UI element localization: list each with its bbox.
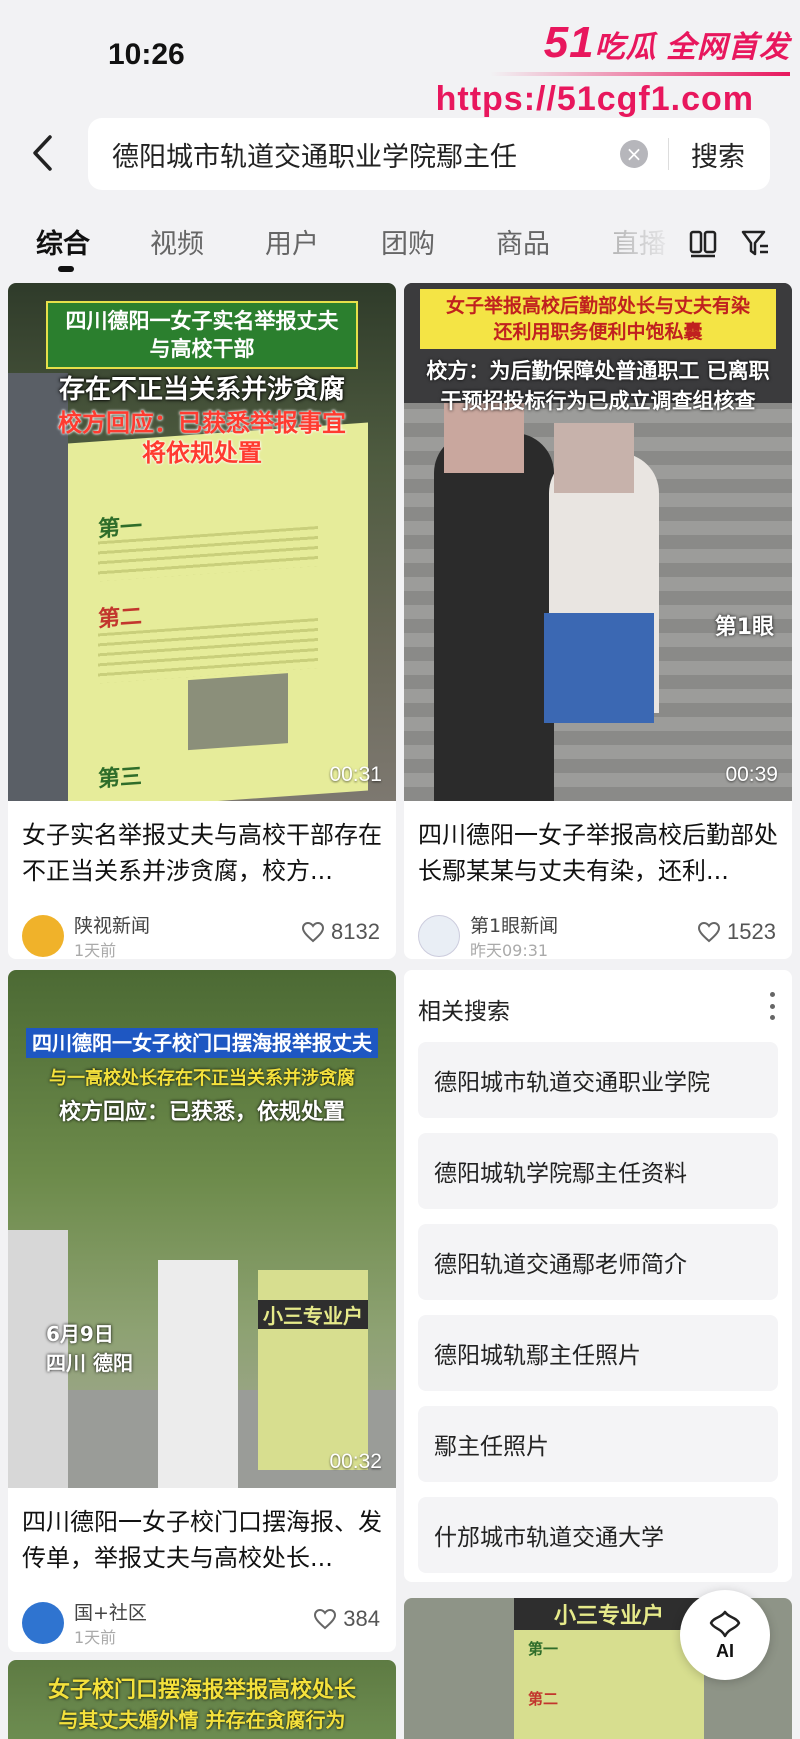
related-item[interactable]: 鄢主任照片 [418, 1406, 778, 1482]
card-title[interactable]: 四川德阳一女子举报高校后勤部处长鄢某某与丈夫有染，还利... [404, 801, 792, 905]
related-item[interactable]: 德阳轨道交通鄢老师简介 [418, 1224, 778, 1300]
clear-icon[interactable]: × [620, 140, 648, 168]
related-item[interactable]: 德阳城市轨道交通职业学院 [418, 1042, 778, 1118]
ai-label: AI [716, 1640, 734, 1661]
filter-icon[interactable] [740, 228, 770, 262]
video-thumbnail[interactable]: 小三专业户 四川德阳一女子校门口摆海报举报丈夫 与一高校处长存在不正当关系并涉贪… [8, 970, 396, 1488]
related-searches: 相关搜索 德阳城市轨道交通职业学院 德阳城轨学院鄢主任资料 德阳轨道交通鄢老师简… [404, 970, 792, 1582]
search-results-page: 10:26 51吃瓜 全网首发 https://51cgf1.com 德阳城市轨… [0, 0, 800, 1739]
poster-title: 小三专业户 [514, 1598, 704, 1630]
watermark-number: 51 [543, 18, 595, 67]
related-item[interactable]: 德阳城轨学院鄢主任资料 [418, 1133, 778, 1209]
post-time: 1天前 [74, 1628, 117, 1647]
card-meta: 陕视新闻 1天前 8132 [8, 905, 396, 959]
watermark-url: https://51cgf1.com [435, 80, 754, 118]
card-title[interactable]: 女子实名举报丈夫与高校干部存在不正当关系并涉贪腐，校方... [8, 801, 396, 905]
status-time: 10:26 [108, 38, 185, 71]
ai-assistant-icon [709, 1610, 741, 1637]
video-card-3[interactable]: 小三专业户 四川德阳一女子校门口摆海报举报丈夫 与一高校处长存在不正当关系并涉贪… [8, 970, 396, 1652]
video-card-1[interactable]: 第一 第二 第三 四川德阳一女子实名举报丈夫 与高校干部 存在不正当关系并涉贪腐… [8, 283, 396, 959]
avatar[interactable] [418, 915, 460, 957]
poster-board: 小三专业户 [258, 1270, 368, 1470]
video-thumbnail[interactable]: 女子校门口摆海报举报高校处长 与其丈夫婚外情 并存在贪腐行为 [8, 1660, 396, 1739]
video-duration: 00:32 [329, 1450, 382, 1473]
watermark-bar [490, 72, 790, 76]
category-tabs: 综合 视频 用户 团购 商品 直播 [0, 214, 800, 274]
tab-indicator [58, 266, 74, 272]
video-card-2[interactable]: 女子举报高校后勤部处长与丈夫有染 还利用职务便利中饱私囊 校方：为后勤保障处普通… [404, 283, 792, 959]
search-input[interactable]: 德阳城市轨道交通职业学院鄢主任 [112, 135, 612, 174]
poster-board: 第一 第二 第三 [68, 422, 368, 801]
like-count: 1523 [727, 919, 776, 944]
tab-products[interactable]: 商品 [496, 222, 550, 261]
tab-comprehensive[interactable]: 综合 [36, 222, 90, 261]
related-item[interactable]: 什邡城市轨道交通大学 [418, 1497, 778, 1573]
back-button[interactable] [22, 128, 62, 178]
poster-heading-3: 第三 [98, 764, 143, 793]
post-time: 昨天09:31 [470, 941, 549, 959]
source-name[interactable]: 陕视新闻 [74, 911, 150, 938]
search-box[interactable]: 德阳城市轨道交通职业学院鄢主任 × 搜索 [88, 118, 770, 190]
blurred-face-2 [554, 423, 634, 493]
watermark-text: 吃瓜 全网首发 [594, 31, 790, 64]
search-button[interactable]: 搜索 [691, 135, 745, 174]
more-options-icon[interactable] [768, 992, 776, 1020]
poster-photo [188, 673, 288, 751]
overlay-line-3: 校方回应：已获悉，依规处置 [58, 1100, 345, 1125]
overlay-title-box: 女子举报高校后勤部处长与丈夫有染 还利用职务便利中饱私囊 [420, 289, 776, 349]
tab-fade [600, 214, 680, 274]
source-name[interactable]: 第1眼新闻 [470, 911, 558, 938]
overlay-line-3: 存在不正当关系并涉贪腐 [58, 375, 345, 405]
tab-users[interactable]: 用户 [265, 222, 319, 261]
overlay-line-2: 与其丈夫婚外情 并存在贪腐行为 [58, 1708, 346, 1732]
related-item[interactable]: 德阳城轨鄢主任照片 [418, 1315, 778, 1391]
poster-heading-2: 第二 [98, 604, 143, 633]
heart-icon [314, 1608, 337, 1630]
video-thumbnail[interactable]: 第一 第二 第三 四川德阳一女子实名举报丈夫 与高校干部 存在不正当关系并涉贪腐… [8, 283, 396, 801]
person-figure-2 [158, 1260, 238, 1488]
video-card-4[interactable]: 女子校门口摆海报举报高校处长 与其丈夫婚外情 并存在贪腐行为 [8, 1660, 396, 1739]
watermark: 51吃瓜 全网首发 https://51cgf1.com [436, 18, 790, 119]
overlay-line-1: 四川德阳一女子校门口摆海报举报丈夫 [26, 1028, 378, 1058]
grid-view-icon[interactable] [688, 228, 718, 262]
overlay-line-1: 女子校门口摆海报举报高校处长 [47, 1678, 356, 1703]
overlay-line-2: 与一高校处长存在不正当关系并涉贪腐 [49, 1068, 355, 1089]
like-button[interactable]: 384 [313, 1606, 380, 1632]
search-divider [668, 138, 669, 170]
post-time: 1天前 [74, 941, 117, 959]
overlay-line-5: 将依规处置 [142, 439, 262, 467]
overlay-line-4: 干预招投标行为已成立调查组核查 [440, 389, 756, 413]
tab-group-buy[interactable]: 团购 [381, 222, 435, 261]
person-figure-1 [434, 433, 554, 801]
video-thumbnail[interactable]: 女子举报高校后勤部处长与丈夫有染 还利用职务便利中饱私囊 校方：为后勤保障处普通… [404, 283, 792, 801]
tab-video[interactable]: 视频 [150, 222, 204, 261]
video-duration: 00:31 [329, 763, 382, 786]
overlay-title-box: 四川德阳一女子实名举报丈夫 与高校干部 [46, 301, 358, 369]
poster-board: 小三专业户 第一 第二 [514, 1598, 704, 1739]
date-label: 6月9日 四川 德阳 [46, 1322, 133, 1375]
like-button[interactable]: 1523 [697, 919, 776, 945]
avatar[interactable] [22, 1602, 64, 1644]
related-title: 相关搜索 [418, 999, 510, 1025]
back-arrow-icon [33, 135, 52, 171]
heart-icon [302, 921, 325, 943]
channel-watermark: 第1眼 [714, 615, 774, 640]
card-meta: 国+社区 1天前 384 [8, 1592, 396, 1652]
video-duration: 00:39 [725, 763, 778, 786]
like-count: 384 [343, 1606, 380, 1631]
heart-icon [698, 921, 721, 943]
avatar[interactable] [22, 915, 64, 957]
like-count: 8132 [331, 919, 380, 944]
overlay-line-3: 校方：为后勤保障处普通职工 已离职 [426, 359, 770, 383]
source-name[interactable]: 国+社区 [74, 1598, 147, 1625]
ai-assistant-button[interactable]: AI [680, 1590, 770, 1680]
like-button[interactable]: 8132 [301, 919, 380, 945]
card-title[interactable]: 四川德阳一女子校门口摆海报、发传单，举报丈夫与高校处长... [8, 1488, 396, 1592]
card-meta: 第1眼新闻 昨天09:31 1523 [404, 905, 792, 959]
poster-title: 小三专业户 [258, 1300, 368, 1329]
